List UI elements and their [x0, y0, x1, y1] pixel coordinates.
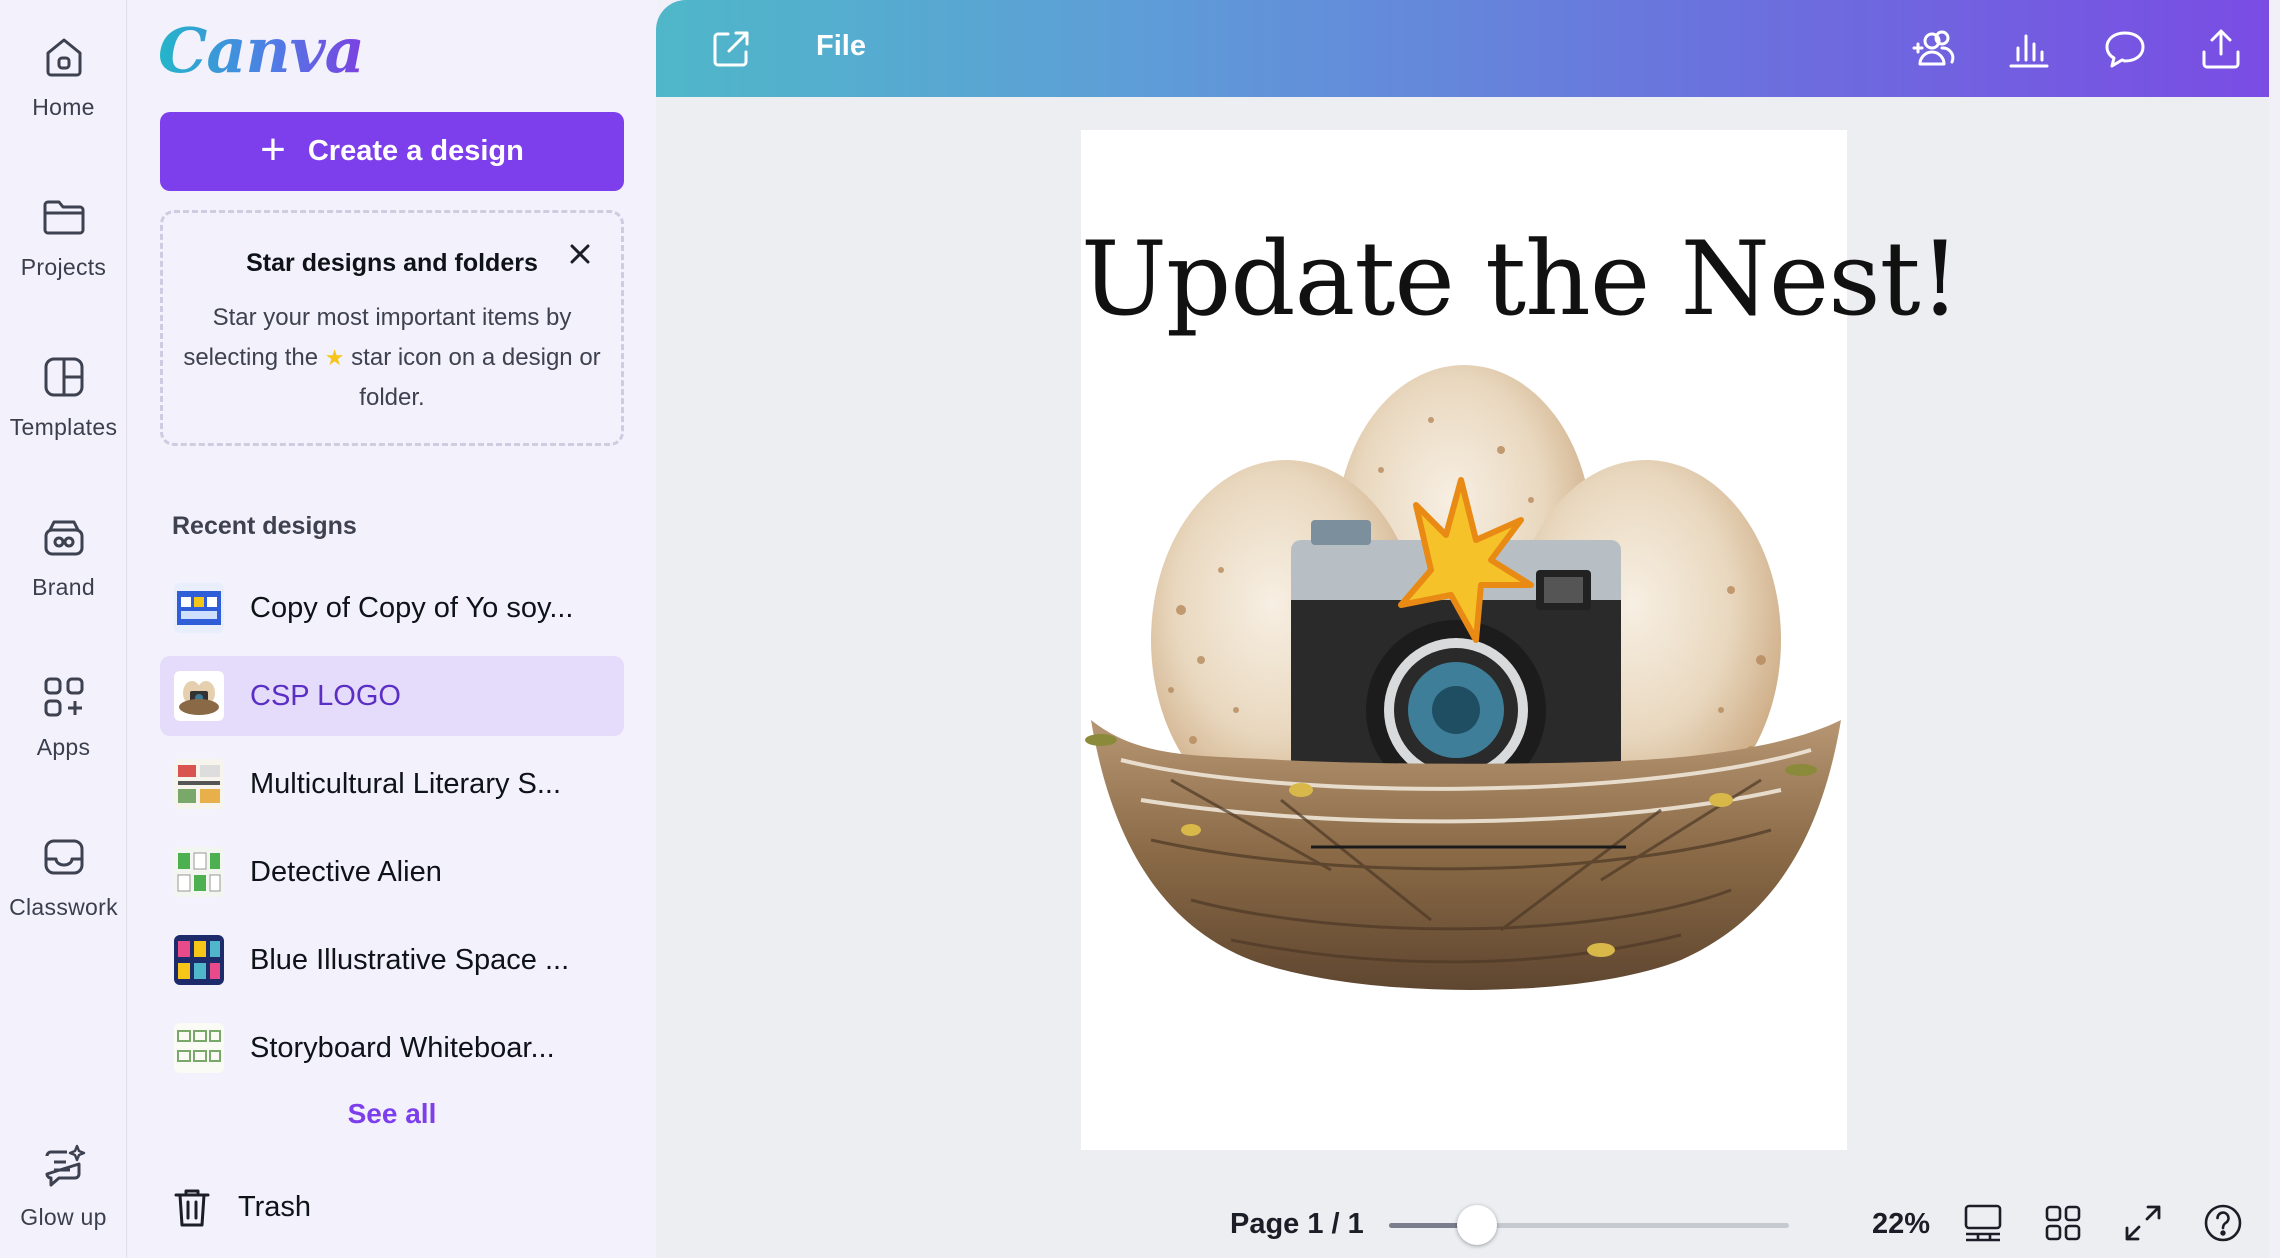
add-people-icon[interactable] — [1908, 24, 1958, 74]
recent-design-item[interactable]: Detective Alien — [160, 832, 624, 912]
left-rail: Home Projects Templates Brand Apps Class… — [0, 0, 127, 1258]
zoom-percentage[interactable]: 22% — [1872, 1208, 1930, 1241]
insights-icon[interactable] — [2004, 24, 2054, 74]
recent-design-name: Storyboard Whiteboar... — [250, 1031, 555, 1064]
apps-icon — [44, 677, 83, 717]
design-thumbnail — [174, 935, 224, 985]
brand-icon — [44, 520, 83, 556]
trash-icon — [174, 1189, 210, 1227]
recent-design-name: Detective Alien — [250, 855, 442, 888]
rail-item-projects[interactable]: Projects — [0, 160, 127, 300]
see-all-link[interactable]: See all — [160, 1098, 624, 1130]
rail-item-brand[interactable]: Brand — [0, 480, 127, 620]
design-thumbnail — [174, 671, 224, 721]
recent-design-item[interactable]: Multicultural Literary S... — [160, 744, 624, 824]
recent-design-item[interactable]: Blue Illustrative Space ... — [160, 920, 624, 1000]
help-icon[interactable] — [2202, 1202, 2244, 1244]
editor-bottom-bar: Page 1 / 1 22% — [656, 1190, 2269, 1258]
rail-item-templates[interactable]: Templates — [0, 320, 127, 460]
recent-designs-heading: Recent designs — [172, 512, 357, 540]
star-tip-card: Star designs and folders Star your most … — [160, 210, 624, 446]
external-link-icon[interactable] — [706, 24, 756, 74]
recent-design-item-active[interactable]: CSP LOGO — [160, 656, 624, 736]
rail-label-projects: Projects — [20, 254, 107, 280]
side-panel: Canva + Create a design Star designs and… — [128, 0, 657, 1258]
design-thumbnail — [174, 583, 224, 633]
design-thumbnail — [174, 759, 224, 809]
recent-design-item[interactable]: Storyboard Whiteboar... — [160, 1008, 624, 1088]
rail-item-apps[interactable]: Apps — [0, 640, 127, 780]
close-icon[interactable] — [565, 239, 595, 269]
tip-title: Star designs and folders — [246, 249, 538, 277]
rail-label-home: Home — [32, 94, 95, 120]
canvas-workspace: Update the Nest! — [656, 97, 2269, 1258]
glow-up-icon — [45, 1144, 85, 1187]
inbox-icon — [44, 839, 83, 875]
plus-icon: + — [260, 124, 286, 174]
create-design-button[interactable]: + Create a design — [160, 112, 624, 191]
fullscreen-icon[interactable] — [2122, 1202, 2164, 1244]
tip-body: Star your most important items by select… — [177, 298, 607, 418]
file-menu[interactable]: File — [816, 30, 866, 63]
recent-design-name: Multicultural Literary S... — [250, 767, 562, 800]
recent-design-name: Copy of Copy of Yo soy... — [250, 591, 574, 624]
rail-item-glow-up[interactable]: Glow up — [0, 1110, 127, 1250]
rail-label-brand: Brand — [32, 574, 95, 600]
templates-icon — [44, 357, 83, 397]
design-page[interactable]: Update the Nest! — [1081, 130, 1961, 1150]
trash-link[interactable]: Trash — [172, 1182, 311, 1232]
share-icon[interactable] — [2196, 24, 2246, 74]
rail-label-apps: Apps — [36, 734, 91, 760]
zoom-slider[interactable] — [1389, 1205, 1789, 1245]
design-title-text[interactable]: Update the Nest! — [1081, 220, 1961, 339]
rail-item-home[interactable]: Home — [0, 0, 127, 140]
editor-top-bar: File — [656, 0, 2269, 97]
design-thumbnail — [174, 847, 224, 897]
comment-icon[interactable] — [2100, 24, 2150, 74]
page-counter[interactable]: Page 1 / 1 — [1230, 1208, 1364, 1241]
folder-icon — [43, 200, 84, 235]
page-view-icon[interactable] — [1962, 1202, 2004, 1244]
trash-label: Trash — [238, 1190, 312, 1223]
nest-camera-illustration[interactable] — [1081, 360, 1847, 1080]
rail-label-classwork: Classwork — [9, 894, 118, 920]
recent-design-item[interactable]: Copy of Copy of Yo soy... — [160, 568, 624, 648]
canva-logo[interactable]: Canva — [158, 14, 365, 87]
home-icon — [46, 38, 81, 77]
recent-design-name: CSP LOGO — [250, 679, 401, 712]
rail-item-classwork[interactable]: Classwork — [0, 800, 127, 940]
create-design-label: Create a design — [307, 135, 524, 167]
rail-label-templates: Templates — [9, 414, 118, 440]
tip-body-text-after: star icon on a design or folder. — [351, 344, 601, 411]
rail-label-glow-up: Glow up — [20, 1204, 107, 1230]
zoom-slider-thumb[interactable] — [1457, 1205, 1497, 1245]
star-icon: ★ — [324, 345, 345, 370]
grid-view-icon[interactable] — [2042, 1202, 2084, 1244]
recent-design-name: Blue Illustrative Space ... — [250, 943, 570, 976]
design-thumbnail — [174, 1023, 224, 1073]
